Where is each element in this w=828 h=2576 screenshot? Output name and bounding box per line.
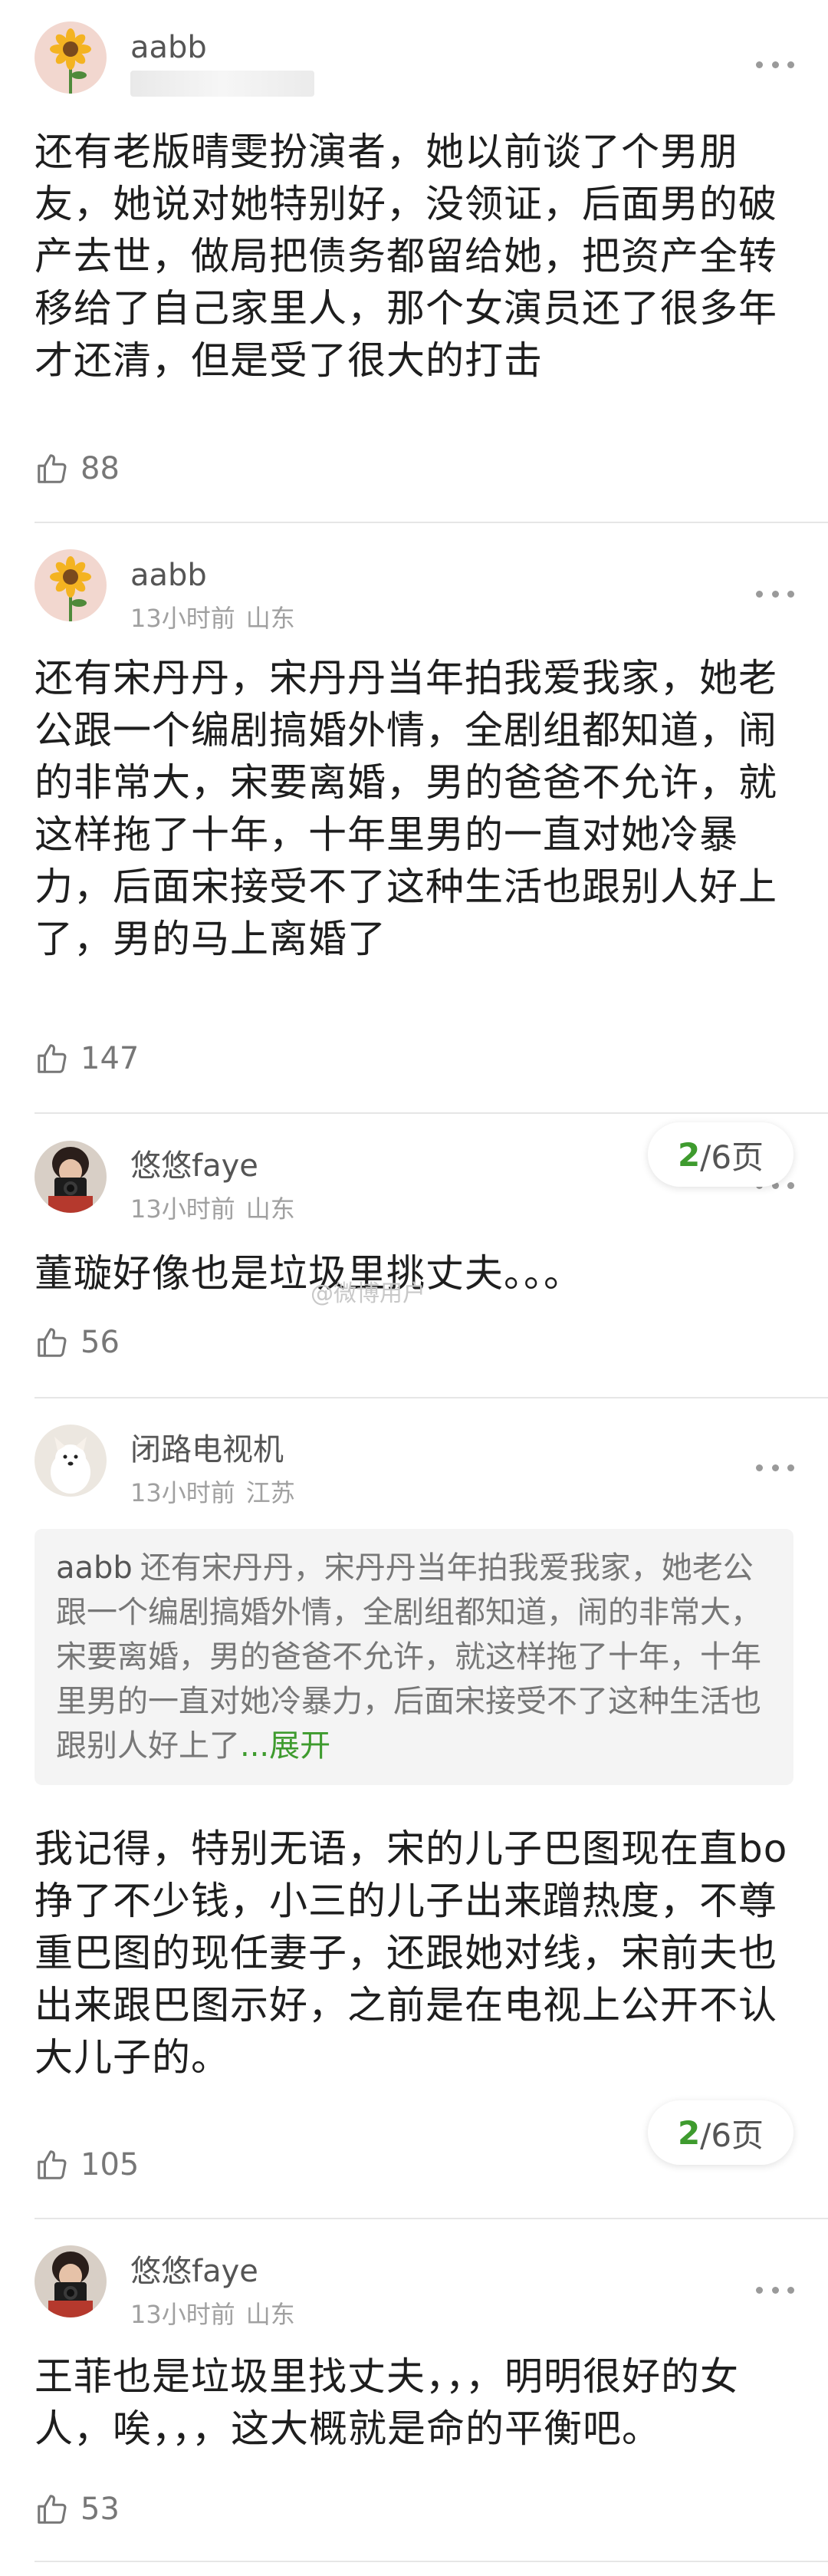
like-button[interactable]: 53 (34, 2490, 120, 2528)
divider (34, 1397, 828, 1398)
divider (34, 1112, 828, 1114)
more-dots-icon[interactable] (756, 1460, 794, 1475)
timestamp: 13小时前 (130, 1194, 235, 1224)
more-dots-icon[interactable] (756, 586, 794, 601)
sunflower-avatar[interactable] (34, 21, 107, 94)
comment-body: 还有老版晴雯扮演者，她以前谈了个男朋友，她说对她特别好，没领证，后面男的破产去世… (34, 130, 777, 383)
redacted-meta (130, 71, 314, 97)
comment-body: 王菲也是垃圾里找丈夫，，，明明很好的女人，唉，，，这大概就是命的平衡吧。 (34, 2354, 739, 2451)
thumbs-up-icon (38, 454, 67, 483)
location: 江苏 (245, 1478, 295, 1507)
like-button[interactable]: 88 (34, 450, 120, 488)
like-count: 56 (80, 1325, 120, 1360)
quote-text: 还有宋丹丹，宋丹丹当年拍我爱我家，她老公跟一个编剧搞婚外情，全剧组都知道，闹的非… (56, 1550, 761, 1764)
location: 山东 (245, 2300, 295, 2329)
timestamp: 13小时前 (130, 604, 235, 633)
camera-girl-avatar[interactable] (34, 1141, 107, 1213)
comment-meta: 13小时前 江苏 (130, 1477, 295, 1508)
more-dots-icon[interactable] (756, 2282, 794, 2298)
thumbs-up-icon (38, 1044, 67, 1073)
timestamp: 13小时前 (130, 1478, 235, 1507)
page-total: /6页 (700, 1138, 764, 1176)
thumbs-up-icon (38, 2495, 67, 2524)
username[interactable]: 闭路电视机 (130, 1431, 284, 1468)
page-total: /6页 (700, 2116, 764, 2154)
like-button[interactable]: 105 (34, 2146, 139, 2184)
username[interactable]: aabb (130, 29, 207, 66)
divider (34, 522, 828, 523)
comment-body: 我记得，特别无语，宋的儿子巴图现在直bo挣了不少钱，小三的儿子出来蹭热度，不尊重… (34, 1827, 788, 2080)
watermark: @微博用户 (310, 1280, 426, 1307)
like-count: 147 (80, 1041, 140, 1076)
comment-meta: 13小时前 山东 (130, 1194, 295, 1224)
like-count: 53 (80, 2492, 120, 2527)
page-indicator[interactable]: 2/6页 (648, 2100, 794, 2165)
quote-username[interactable]: aabb (56, 1550, 133, 1586)
sunflower-avatar[interactable] (34, 549, 107, 621)
like-count: 88 (80, 451, 120, 486)
location: 山东 (245, 604, 295, 633)
thumbs-up-icon (38, 1328, 67, 1357)
like-button[interactable]: 147 (34, 1039, 139, 1078)
thumbs-up-icon (38, 2150, 67, 2179)
white-dog-avatar[interactable] (34, 1425, 107, 1497)
username[interactable]: 悠悠faye (130, 2253, 258, 2290)
expand-link[interactable]: ...展开 (240, 1728, 330, 1764)
page-current: 2 (677, 1135, 701, 1174)
camera-girl-avatar[interactable] (34, 2245, 107, 2317)
username[interactable]: aabb (130, 557, 207, 594)
like-count: 105 (80, 2147, 140, 2182)
comment-body: 还有宋丹丹，宋丹丹当年拍我爱我家，她老公跟一个编剧搞婚外情，全剧组都知道，闹的非… (34, 656, 777, 961)
timestamp: 13小时前 (130, 2300, 235, 2329)
page-current: 2 (677, 2113, 701, 2152)
page-indicator[interactable]: 2/6页 (648, 1122, 794, 1187)
username[interactable]: 悠悠faye (130, 1148, 258, 1184)
quoted-reply[interactable]: aabb 还有宋丹丹，宋丹丹当年拍我爱我家，她老公跟一个编剧搞婚外情，全剧组都知道… (34, 1529, 794, 1785)
comment-meta: 13小时前 山东 (130, 603, 295, 634)
divider (34, 2561, 828, 2562)
comment-meta: 13小时前 山东 (130, 2299, 295, 2330)
more-dots-icon[interactable] (756, 57, 794, 72)
like-button[interactable]: 56 (34, 1323, 120, 1362)
divider (34, 2218, 828, 2219)
location: 山东 (245, 1194, 295, 1224)
